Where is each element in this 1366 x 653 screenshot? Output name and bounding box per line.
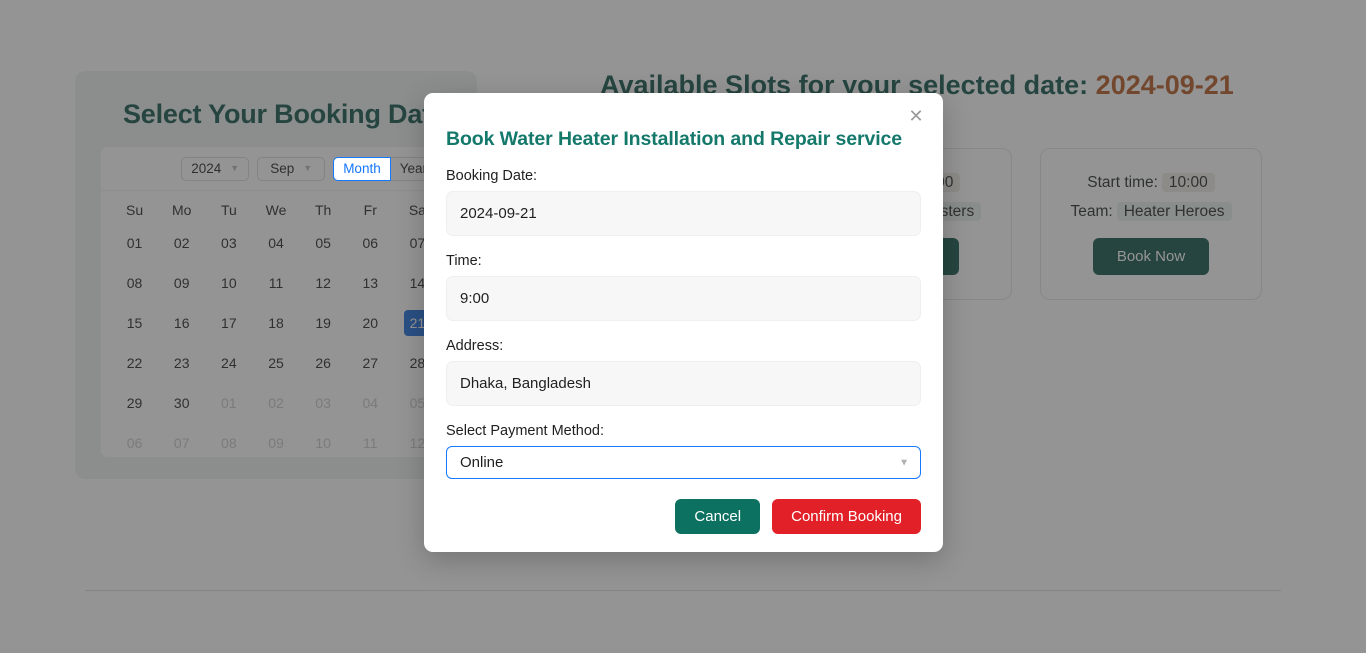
address-input[interactable] (446, 361, 921, 406)
payment-method-field: Select Payment Method: Online ▼ (446, 423, 921, 479)
address-field: Address: (446, 338, 921, 406)
payment-method-label: Select Payment Method: (446, 423, 921, 439)
payment-method-select[interactable]: Online (446, 446, 921, 479)
modal-actions: Cancel Confirm Booking (446, 499, 921, 534)
booking-date-field: Booking Date: (446, 168, 921, 236)
time-field: Time: (446, 253, 921, 321)
modal-title: Book Water Heater Installation and Repai… (446, 128, 921, 151)
address-label: Address: (446, 338, 921, 354)
confirm-booking-button[interactable]: Confirm Booking (772, 499, 921, 534)
calendar-view-month-button[interactable]: Month (333, 157, 391, 181)
close-icon[interactable]: ✕ (903, 103, 929, 129)
page-root: Select Your Booking Date 2024 ▼ Sep ▼ Mo… (0, 0, 1366, 653)
payment-method-value: Online (460, 454, 503, 471)
booking-modal: ✕ Book Water Heater Installation and Rep… (424, 93, 943, 552)
booking-date-input[interactable] (446, 191, 921, 236)
payment-method-select-wrap: Online ▼ (446, 446, 921, 479)
booking-date-label: Booking Date: (446, 168, 921, 184)
time-label: Time: (446, 253, 921, 269)
cancel-button[interactable]: Cancel (675, 499, 760, 534)
time-input[interactable] (446, 276, 921, 321)
